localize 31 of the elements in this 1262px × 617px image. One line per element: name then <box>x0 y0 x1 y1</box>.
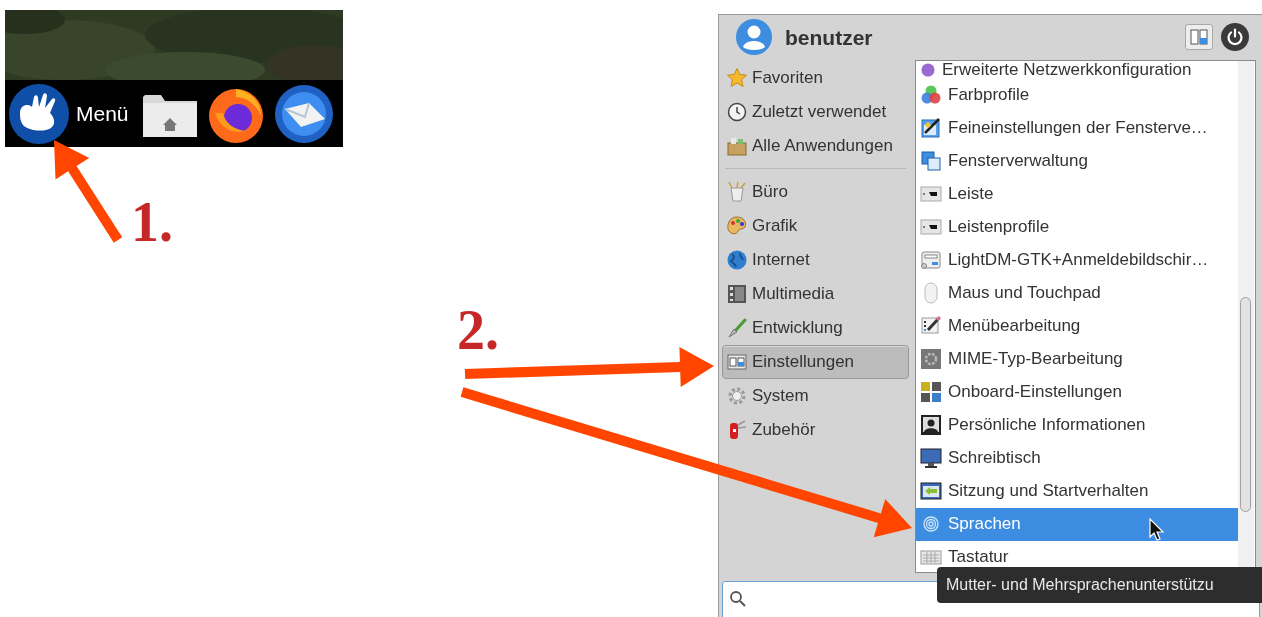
app-label: Maus und Touchpad <box>948 282 1101 305</box>
step-label: 2. <box>457 298 499 362</box>
app-label: Feineinstellungen der Fensterve… <box>948 117 1208 140</box>
app-label: Sprachen <box>948 513 1021 536</box>
app-label: Menübearbeitung <box>948 315 1081 338</box>
app-label: Onboard-Einstellungen <box>948 381 1122 404</box>
app-label: Leistenprofile <box>948 216 1050 239</box>
app-label: Tastatur <box>948 546 1009 569</box>
category-label: Favoriten <box>752 66 823 89</box>
category-label: Zuletzt verwendet <box>752 100 887 123</box>
category-label: Zubehör <box>752 418 816 441</box>
app-label: Farbprofile <box>948 84 1030 107</box>
app-label: Erweiterte Netzwerkkonfiguration <box>942 60 1192 79</box>
category-label: Grafik <box>752 214 798 237</box>
category-label: Multimedia <box>752 282 835 305</box>
app-label: LightDM-GTK+Anmeldebildschir… <box>948 249 1209 272</box>
category-label: System <box>752 384 809 407</box>
category-label: Büro <box>752 180 788 203</box>
app-label: Persönliche Informationen <box>948 414 1146 437</box>
category-label: Internet <box>752 248 810 271</box>
category-label: Einstellungen <box>752 350 855 373</box>
app-label: Schreibtisch <box>948 447 1041 470</box>
app-label: Sitzung und Startverhalten <box>948 480 1149 503</box>
user-name: benutzer <box>785 24 873 51</box>
tooltip: Mutter- und Mehrsprachenunterstützu <box>937 567 1262 603</box>
app-label: Fensterverwaltung <box>948 150 1088 173</box>
category-label: Entwicklung <box>752 316 843 339</box>
app-label: Leiste <box>948 183 994 206</box>
app-label: MIME-Typ-Bearbeitung <box>948 348 1123 371</box>
step-label: 1. <box>131 190 173 254</box>
category-label: Alle Anwendungen <box>752 134 893 157</box>
